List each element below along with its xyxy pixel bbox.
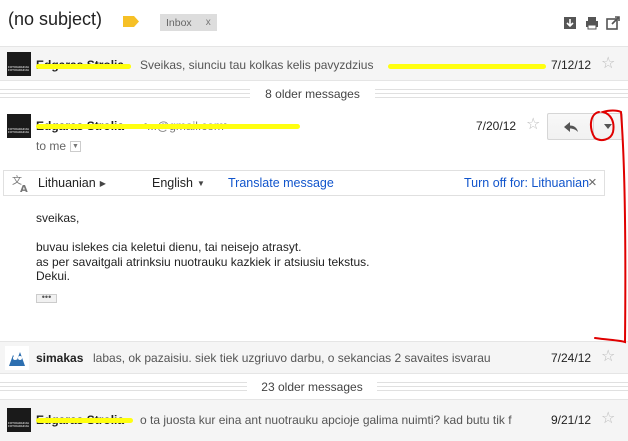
inbox-label-text: Inbox (166, 16, 192, 29)
body-line: sveikas, (36, 211, 80, 225)
avatar: FOTOGRAFIJA FOTOGRAFIJA (7, 114, 31, 138)
reply-icon (563, 121, 578, 132)
show-trimmed-content-button[interactable]: ••• (36, 293, 57, 303)
message-body: sveikas, buvau islekes cia keletui dienu… (36, 211, 370, 284)
target-language-select[interactable]: English ▼ (152, 176, 205, 190)
older-messages-bar[interactable]: 23 older messages (0, 374, 628, 399)
message-row[interactable]: simakas labas, ok pazaisiu. siek tiek uz… (0, 341, 628, 374)
older-messages-count[interactable]: 23 older messages (247, 380, 377, 394)
remove-label-icon[interactable]: x (206, 17, 211, 28)
message-snippet: o ta juosta kur eina ant nuotrauku apcio… (140, 413, 512, 427)
star-icon[interactable]: ☆ (601, 56, 615, 72)
message-snippet: labas, ok pazaisiu. siek tiek uzgriuvo d… (93, 351, 491, 365)
star-icon[interactable]: ☆ (601, 349, 615, 365)
show-details-icon[interactable]: ▼ (70, 140, 82, 152)
redaction-mark (388, 64, 546, 69)
redaction-mark (36, 418, 133, 423)
source-language-select[interactable]: Lithuanian ▶ (38, 176, 106, 190)
body-line: as per savaitgali atrinksiu nuotrauku ka… (36, 254, 370, 269)
recipient-text: to me (36, 139, 67, 153)
redaction-mark (36, 64, 131, 69)
translate-icon: 文 A (12, 174, 28, 193)
recipient-summary[interactable]: to me ▼ (36, 139, 82, 153)
annotation-bracket (589, 109, 627, 344)
conversation-subject: (no subject) (8, 9, 103, 29)
redaction-mark (36, 124, 300, 129)
download-icon[interactable] (563, 16, 577, 30)
translate-message-link[interactable]: Translate message (228, 176, 334, 190)
avatar (5, 346, 29, 370)
turn-off-translation-link[interactable]: Turn off for: Lithuanian (464, 176, 589, 190)
new-window-icon[interactable] (606, 16, 620, 30)
svg-text:A: A (20, 184, 28, 193)
message-date: 9/21/12 (551, 413, 592, 427)
translate-bar: 文 A Lithuanian ▶ English ▼ Translate messa… (3, 170, 605, 196)
message-date: 7/20/12 (476, 119, 517, 133)
star-icon[interactable]: ☆ (601, 411, 615, 427)
star-icon[interactable]: ☆ (526, 117, 540, 133)
inbox-label-chip[interactable]: Inbox x (160, 14, 217, 31)
message-date: 7/24/12 (551, 351, 592, 365)
print-icon[interactable] (585, 16, 599, 30)
avatar: FOTOGRAFIJA FOTOGRAFIJA (7, 408, 31, 432)
older-messages-count[interactable]: 8 older messages (250, 87, 375, 101)
message-date: 7/12/12 (551, 58, 592, 72)
label-tag-icon[interactable] (123, 16, 139, 27)
body-line: buvau islekes cia keletui dienu, tai nei… (36, 240, 302, 254)
body-line (36, 226, 370, 241)
body-line: Dekui. (36, 269, 71, 283)
older-messages-bar[interactable]: 8 older messages (0, 81, 628, 106)
avatar: FOTOGRAFIJA FOTOGRAFIJA (7, 52, 31, 76)
sender-name: simakas (36, 351, 84, 365)
